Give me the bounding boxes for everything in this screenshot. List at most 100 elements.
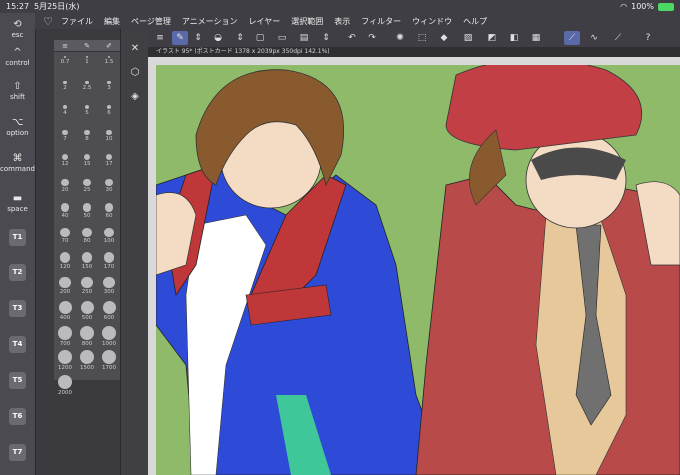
brush-size-option[interactable]: 1000 [98, 325, 120, 347]
hamburger-menu-icon[interactable]: ≡ [152, 31, 168, 45]
illustration [156, 65, 680, 475]
brush-size-label: 30 [105, 187, 113, 193]
brush-size-option[interactable]: 60 [98, 203, 120, 219]
menu-animation[interactable]: アニメーション [182, 16, 238, 27]
selection-icon[interactable]: ◩ [484, 31, 500, 45]
select-clear-icon[interactable]: ◧ [506, 31, 522, 45]
stamp-icon[interactable]: ▨ [460, 31, 476, 45]
t7-key[interactable]: T7 [9, 444, 26, 461]
brush-size-option[interactable]: 50 [76, 203, 98, 219]
brush-size-option[interactable]: 6 [98, 105, 120, 116]
drawing-canvas[interactable] [156, 65, 680, 475]
brush-size-option[interactable]: 0.7 [54, 56, 76, 65]
menu-view[interactable]: 表示 [334, 16, 350, 27]
brush-size-option[interactable]: 1 [76, 56, 98, 65]
brush-size-option[interactable]: 800 [76, 325, 98, 347]
brush-size-option[interactable]: 17 [98, 154, 120, 167]
t4-key[interactable]: T4 [9, 336, 26, 353]
menu-help[interactable]: ヘルプ [463, 16, 487, 27]
brush-dot-icon [102, 301, 116, 314]
shift-key[interactable]: ⇧ shift [0, 81, 35, 101]
redo-icon[interactable]: ↷ [364, 31, 380, 45]
pen-tool-icon[interactable]: ✎ [172, 31, 188, 45]
menu-layer[interactable]: レイヤー [249, 16, 281, 27]
control-key[interactable]: ^ control [0, 47, 35, 67]
eraser-icon[interactable]: ◒ [210, 31, 226, 45]
brush-size-option[interactable]: 25 [76, 178, 98, 193]
brush-size-option[interactable]: 100 [98, 227, 120, 244]
document-tab[interactable]: イラスト 95* (ポストカード 1378 x 2039px 350dpi 14… [148, 47, 680, 57]
brush-size-option[interactable]: 70 [54, 227, 76, 244]
save-icon[interactable]: ▤ [296, 31, 312, 45]
brush-size-option[interactable]: 4 [54, 105, 76, 116]
brush-size-option[interactable]: 250 [76, 276, 98, 295]
brush-size-option[interactable]: 1200 [54, 350, 76, 371]
stepper-icon[interactable]: ⇕ [318, 31, 334, 45]
brush-size-option[interactable]: 200 [54, 276, 76, 295]
brush-size-option[interactable]: 1700 [98, 350, 120, 371]
grid-icon[interactable]: ▦ [528, 31, 544, 45]
menu-file[interactable]: ファイル [61, 16, 93, 27]
spinner-icon[interactable]: ✺ [392, 31, 408, 45]
brush-size-option[interactable]: 5 [76, 105, 98, 116]
brush-size-label: 17 [105, 161, 113, 168]
stepper-arrows-icon[interactable]: ⇕ [190, 31, 206, 45]
brush-size-option[interactable]: 600 [98, 301, 120, 321]
brush-size-option[interactable]: 120 [54, 252, 76, 270]
esc-key[interactable]: ⟲ esc [0, 19, 35, 39]
brush-size-option[interactable]: 7 [54, 129, 76, 142]
new-file-icon[interactable]: ▢ [252, 31, 268, 45]
line-tool-icon[interactable]: ⟋ [610, 31, 626, 45]
brush-size-option[interactable]: 40 [54, 203, 76, 219]
brush-size-option[interactable]: 10 [98, 129, 120, 142]
fill-icon[interactable]: ◆ [436, 31, 452, 45]
curve-pen-icon[interactable]: ∿ [586, 31, 602, 45]
brush-size-option[interactable]: 30 [98, 178, 120, 193]
brush-size-option[interactable]: 80 [76, 227, 98, 244]
t6-key[interactable]: T6 [9, 408, 26, 425]
layer-stack-icon[interactable]: ◈ [127, 91, 143, 102]
brush-size-option[interactable]: 20 [54, 178, 76, 193]
palette-menu-icon[interactable]: ≡ [62, 42, 68, 50]
palette-pen-icon[interactable]: ✎ [84, 42, 90, 50]
t5-key[interactable]: T5 [9, 372, 26, 389]
brush-size-option[interactable]: 2.5 [76, 80, 98, 91]
brush-size-option[interactable]: 8 [76, 129, 98, 142]
brush-size-option[interactable]: 170 [98, 252, 120, 270]
brush-size-option[interactable]: 700 [54, 325, 76, 347]
brush-size-option[interactable]: 15 [76, 154, 98, 167]
t3-key[interactable]: T3 [9, 300, 26, 317]
tool-stepper-icon[interactable]: ⇕ [232, 31, 248, 45]
brush-size-option[interactable]: 300 [98, 276, 120, 295]
brush-size-option[interactable]: 12 [54, 154, 76, 167]
menu-window[interactable]: ウィンドウ [412, 16, 452, 27]
t2-key[interactable]: T2 [9, 264, 26, 281]
menu-filter[interactable]: フィルター [361, 16, 401, 27]
app-logo-icon[interactable]: ♡ [35, 15, 61, 28]
transform-icon[interactable]: ⬚ [414, 31, 430, 45]
brush-size-option[interactable]: 1500 [76, 350, 98, 371]
space-key[interactable]: ▬ space [0, 193, 35, 213]
menu-edit[interactable]: 編集 [104, 16, 120, 27]
undo-icon[interactable]: ↶ [344, 31, 360, 45]
command-key[interactable]: ⌘ command [0, 153, 35, 173]
brush-dot-icon [105, 154, 113, 161]
brush-size-option[interactable]: 2 [54, 80, 76, 91]
open-folder-icon[interactable]: ▭ [274, 31, 290, 45]
brush-size-option[interactable]: 400 [54, 301, 76, 321]
brush-size-option[interactable]: 1.5 [98, 56, 120, 65]
palette-edit-icon[interactable]: ✐ [106, 42, 112, 50]
brush-size-option[interactable]: 3 [98, 80, 120, 91]
brush-size-option[interactable]: 500 [76, 301, 98, 321]
command-icon: ⌘ [12, 153, 23, 164]
help-icon[interactable]: ? [640, 31, 656, 45]
layers-cube-icon[interactable]: ⬡ [127, 67, 143, 78]
menu-selection[interactable]: 選択範囲 [291, 16, 323, 27]
option-key[interactable]: ⌥ option [0, 117, 35, 137]
brush-size-option[interactable]: 150 [76, 252, 98, 270]
ruler-pen-icon[interactable]: ⟋ [564, 31, 580, 45]
t1-key[interactable]: T1 [9, 229, 26, 246]
close-panel-icon[interactable]: ✕ [127, 43, 143, 54]
brush-size-option[interactable]: 2000 [54, 374, 76, 396]
menu-page[interactable]: ページ管理 [131, 16, 171, 27]
